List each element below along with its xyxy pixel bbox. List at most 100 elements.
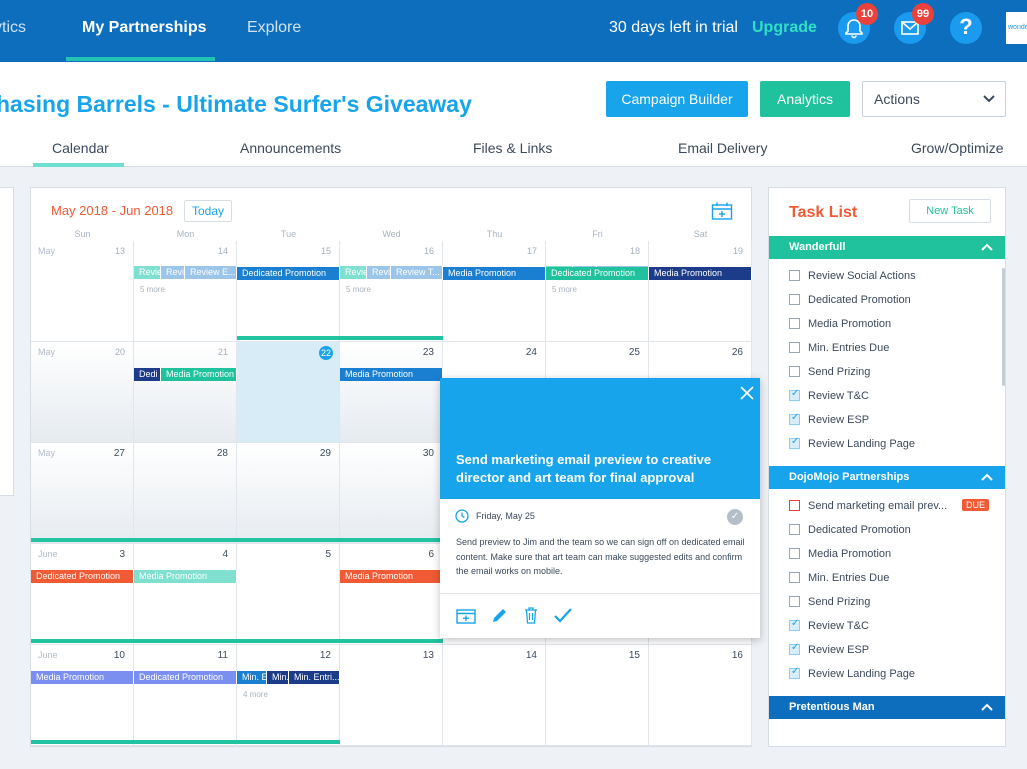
calendar-event[interactable]: Min. Entri...: [289, 671, 340, 684]
calendar-event[interactable]: Media Promotion: [161, 368, 237, 381]
tab-calendar[interactable]: Calendar: [52, 140, 109, 156]
calendar-event[interactable]: Dedicated Promotion: [31, 570, 134, 583]
new-task-button[interactable]: New Task: [909, 199, 991, 223]
task-checkbox[interactable]: [789, 618, 800, 631]
task-checkbox[interactable]: [789, 548, 800, 559]
calendar-day[interactable]: 11: [134, 645, 237, 746]
task-checkbox[interactable]: [789, 388, 800, 401]
calendar-day[interactable]: 5: [237, 544, 340, 645]
task-checkbox[interactable]: [789, 412, 800, 425]
add-calendar-icon[interactable]: [711, 202, 733, 225]
task-group-header[interactable]: Wanderfull: [769, 236, 1005, 259]
chevron-up-icon[interactable]: [981, 696, 993, 727]
calendar-day[interactable]: 22: [237, 342, 340, 443]
campaign-builder-button[interactable]: Campaign Builder: [606, 81, 748, 117]
analytics-button[interactable]: Analytics: [760, 81, 850, 117]
task-list-scrollbar[interactable]: [1002, 268, 1005, 386]
task-item[interactable]: Review T&C: [789, 618, 869, 632]
task-item[interactable]: Media Promotion: [789, 548, 891, 560]
calendar-event[interactable]: Media Promotion: [443, 267, 546, 280]
task-checkbox[interactable]: [789, 666, 800, 679]
more-events-link[interactable]: 5 more: [140, 285, 165, 294]
confirm-check-icon[interactable]: [553, 607, 573, 629]
upgrade-link[interactable]: Upgrade: [752, 19, 817, 37]
calendar-event[interactable]: Media Promotion: [31, 671, 134, 684]
calendar-event[interactable]: Dedicated Promotion: [546, 267, 649, 280]
calendar-day[interactable]: 15: [546, 645, 649, 746]
task-item[interactable]: Send Prizing: [789, 596, 870, 608]
calendar-event[interactable]: Media Promotion: [134, 570, 237, 583]
calendar-event[interactable]: Dedicated Promotion: [134, 671, 237, 684]
calendar-event[interactable]: Min. E: [237, 671, 267, 684]
calendar-event[interactable]: Revie: [134, 266, 161, 279]
chevron-up-icon[interactable]: [981, 466, 993, 497]
calendar-day[interactable]: May 20: [31, 342, 134, 443]
brand-logo[interactable]: wonde: [1006, 12, 1027, 44]
calendar-event[interactable]: Revi: [367, 266, 391, 279]
calendar-day[interactable]: 23: [340, 342, 443, 443]
calendar-event[interactable]: Revie: [340, 266, 367, 279]
nav-analytics[interactable]: ytics: [0, 19, 26, 37]
more-events-link[interactable]: 4 more: [243, 690, 268, 699]
task-item[interactable]: Review ESP: [789, 412, 869, 426]
calendar-day[interactable]: 21: [134, 342, 237, 443]
calendar-day[interactable]: 16: [649, 645, 752, 746]
tab-grow-optimize[interactable]: Grow/Optimize: [911, 140, 1004, 156]
task-checkbox[interactable]: [789, 436, 800, 449]
task-checkbox[interactable]: [789, 294, 800, 305]
calendar-event[interactable]: Review T...: [391, 266, 443, 279]
calendar-day[interactable]: 17: [443, 241, 546, 342]
task-item[interactable]: Review Social Actions: [789, 270, 916, 282]
task-checkbox[interactable]: [789, 366, 800, 377]
task-group-header[interactable]: Pretentious Man: [769, 696, 1005, 719]
edit-pencil-icon[interactable]: [491, 607, 508, 629]
calendar-event[interactable]: Review E...: [185, 266, 237, 279]
nav-explore[interactable]: Explore: [247, 19, 301, 37]
task-item[interactable]: Review Landing Page: [789, 666, 915, 680]
task-checkbox[interactable]: [789, 318, 800, 329]
calendar-day[interactable]: 29: [237, 443, 340, 544]
calendar-day[interactable]: 14: [443, 645, 546, 746]
calendar-day[interactable]: 28: [134, 443, 237, 544]
task-item[interactable]: Dedicated Promotion: [789, 294, 911, 306]
calendar-day[interactable]: May 13: [31, 241, 134, 342]
calendar-day[interactable]: 6: [340, 544, 443, 645]
calendar-day[interactable]: 13: [340, 645, 443, 746]
calendar-event[interactable]: Media Promotion: [649, 267, 752, 280]
task-item[interactable]: Review T&C: [789, 388, 869, 402]
calendar-day[interactable]: June 3: [31, 544, 134, 645]
calendar-day[interactable]: 15: [237, 241, 340, 342]
calendar-event[interactable]: Media Promotion: [340, 570, 443, 583]
task-checkbox[interactable]: [789, 270, 800, 281]
messages-button[interactable]: 99: [894, 3, 934, 44]
calendar-event[interactable]: Dedicated Promotion: [237, 267, 340, 280]
actions-dropdown[interactable]: Actions: [862, 81, 1006, 117]
tab-announcements[interactable]: Announcements: [240, 140, 341, 156]
notifications-button[interactable]: 10: [838, 3, 878, 44]
calendar-day[interactable]: May 27: [31, 443, 134, 544]
calendar-event[interactable]: Media Promotion: [340, 368, 443, 381]
complete-check-icon[interactable]: ✓: [727, 509, 743, 525]
trash-icon[interactable]: [524, 607, 538, 629]
help-button[interactable]: ?: [950, 12, 982, 44]
task-checkbox[interactable]: [789, 500, 800, 511]
task-checkbox[interactable]: [789, 572, 800, 583]
task-item[interactable]: Send Prizing: [789, 366, 870, 378]
calendar-event[interactable]: Revi: [161, 266, 185, 279]
add-calendar-icon[interactable]: [456, 607, 476, 629]
tab-email-delivery[interactable]: Email Delivery: [678, 140, 767, 156]
calendar-day[interactable]: June 10: [31, 645, 134, 746]
more-events-link[interactable]: 5 more: [346, 285, 371, 294]
task-item[interactable]: Min. Entries Due: [789, 342, 889, 354]
task-item[interactable]: Media Promotion: [789, 318, 891, 330]
chevron-up-icon[interactable]: [981, 236, 993, 267]
close-icon[interactable]: [740, 384, 754, 405]
task-item[interactable]: Review ESP: [789, 642, 869, 656]
today-button[interactable]: Today: [184, 200, 232, 222]
calendar-day[interactable]: 30: [340, 443, 443, 544]
task-item[interactable]: Review Landing Page: [789, 436, 915, 450]
task-item[interactable]: Min. Entries Due: [789, 572, 889, 584]
task-item[interactable]: Send marketing email prev...: [789, 500, 947, 512]
task-group-header[interactable]: DojoMojo Partnerships: [769, 466, 1005, 489]
calendar-day[interactable]: 19: [649, 241, 752, 342]
